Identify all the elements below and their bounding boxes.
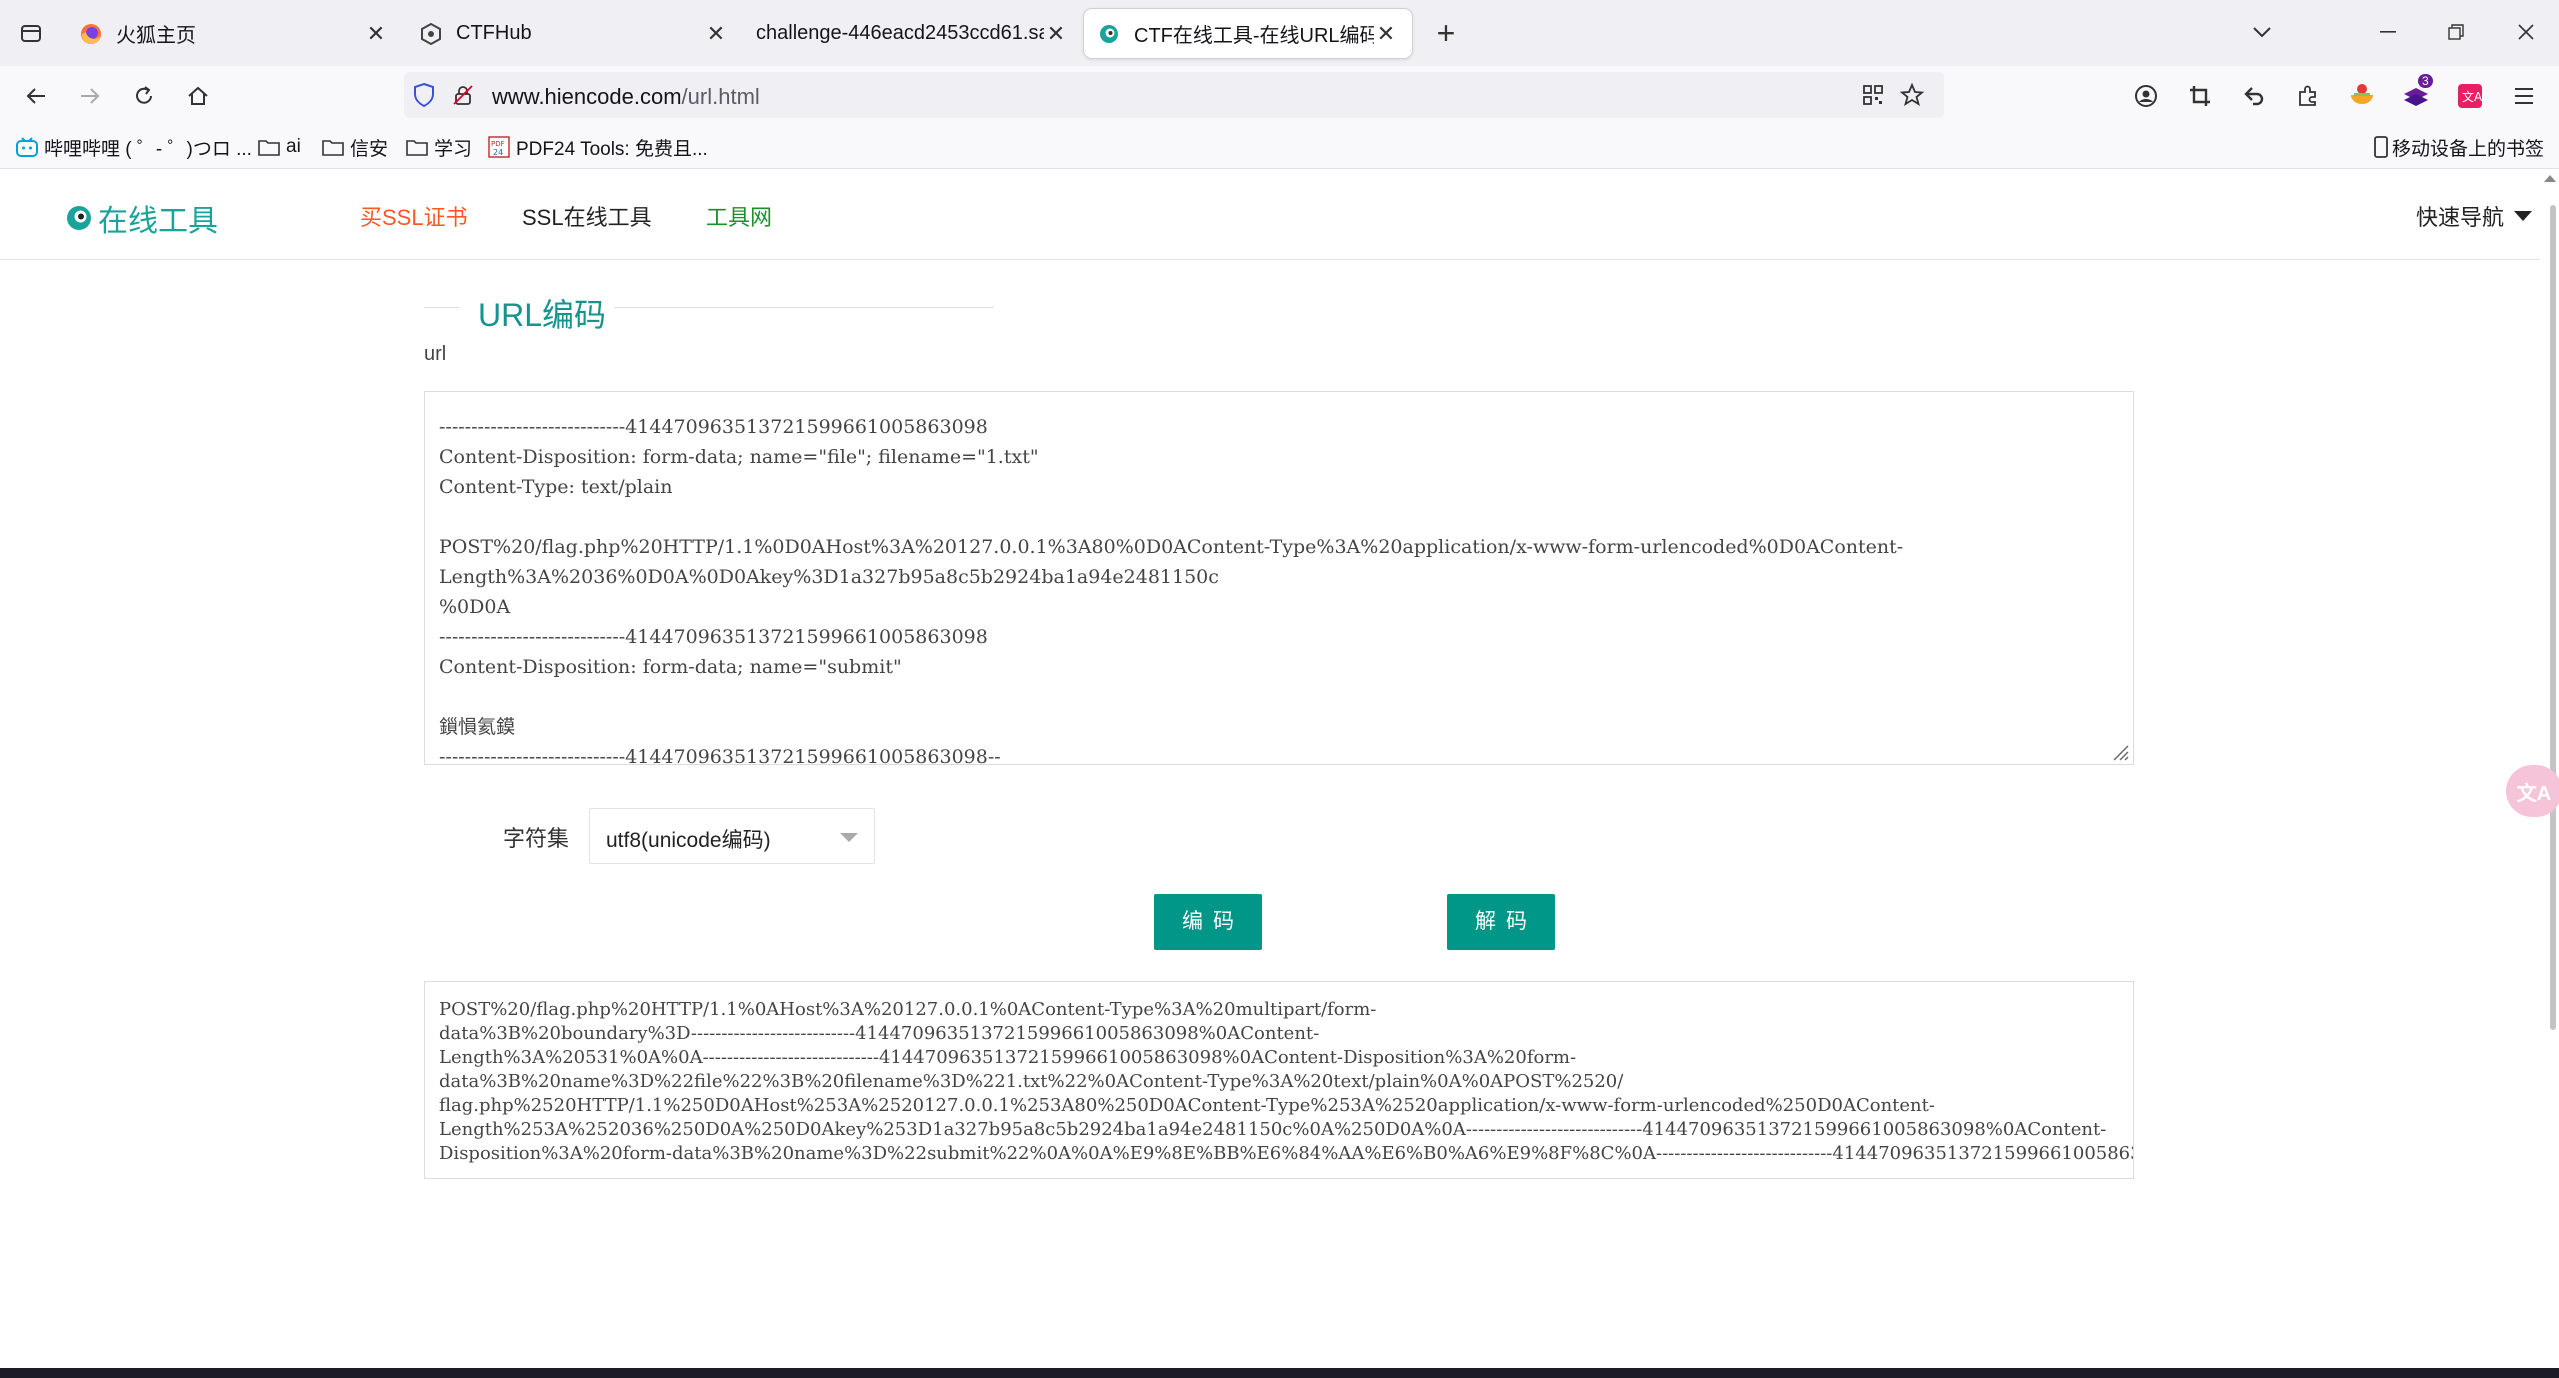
crop-screenshot-icon[interactable] <box>2184 80 2216 112</box>
reload-button[interactable] <box>126 78 162 114</box>
bookmark-pdf24[interactable]: PDF 24 PDF24 Tools: 免费且... <box>488 134 708 160</box>
new-tab-button[interactable]: + <box>1430 17 1462 50</box>
tab-close-icon[interactable]: ✕ <box>1374 21 1398 46</box>
navigation-bar: www.hiencode.com/url.html 3 文A <box>0 66 2559 126</box>
bookmarks-bar: 哔哩哔哩 ( ゜- ゜)つロ ... ai 信安 学习 PDF 24 PDF24 … <box>0 126 2559 169</box>
site-header: 在线工具 买SSL证书 SSL在线工具 工具网 快速导航 <box>0 169 2540 260</box>
bookmark-folder-xuexi[interactable]: 学习 <box>406 134 472 160</box>
charset-select[interactable]: utf8(unicode编码) <box>589 808 875 864</box>
quick-nav-dropdown[interactable]: 快速导航 <box>2416 200 2533 232</box>
mobile-bookmarks-label: 移动设备上的书签 <box>2392 138 2545 160</box>
bookmark-folder-ai[interactable]: ai <box>258 134 301 160</box>
os-taskbar <box>0 1368 2559 1378</box>
url-domain: www.hiencode.com <box>492 84 682 109</box>
caret-down-icon <box>2514 211 2533 221</box>
bookmark-label: ai <box>286 136 301 157</box>
tab-title: CTFHub <box>456 22 532 44</box>
page-title: URL编码 <box>470 290 615 336</box>
restore-button[interactable] <box>2436 14 2476 50</box>
extensions-puzzle-icon[interactable] <box>2292 80 2324 112</box>
url-field-label: url <box>424 343 447 365</box>
svg-text:24: 24 <box>493 148 503 157</box>
tab-title: 火狐主页 <box>116 25 196 47</box>
nav-ssl-tools[interactable]: SSL在线工具 <box>522 200 652 232</box>
floating-translate-icon[interactable]: 文A <box>2506 765 2559 817</box>
forward-arrow-icon <box>81 88 100 104</box>
tab-close-icon[interactable]: ✕ <box>364 21 388 46</box>
minimize-button[interactable] <box>2368 14 2408 50</box>
tab-close-icon[interactable]: ✕ <box>1044 21 1068 46</box>
scroll-up-arrow-icon[interactable] <box>2544 175 2556 182</box>
quick-nav-label: 快速导航 <box>2416 205 2505 230</box>
tab-firefox-home[interactable]: 火狐主页 ✕ <box>66 9 402 58</box>
tab-list-button[interactable] <box>14 16 48 50</box>
extension-badge: 3 <box>2418 74 2433 88</box>
mobile-bookmarks[interactable]: 移动设备上的书签 <box>2374 134 2544 160</box>
scrollbar-thumb[interactable] <box>2550 205 2556 1030</box>
folder-icon <box>258 136 280 158</box>
bilibili-icon <box>16 136 38 158</box>
extension-bowl-icon[interactable] <box>2346 80 2378 112</box>
insecure-lock-icon[interactable] <box>452 84 474 111</box>
url-input-textarea[interactable]: -----------------------------41447096351… <box>424 391 2134 765</box>
encode-button[interactable]: 编码 <box>1154 894 1262 950</box>
close-window-button[interactable] <box>2506 14 2546 50</box>
tab-strip: 火狐主页 ✕ CTFHub ✕ challenge-446eacd2453ccd… <box>0 0 2559 66</box>
charset-selected-value: utf8(unicode编码) <box>606 829 771 852</box>
tab-close-icon[interactable]: ✕ <box>704 21 728 46</box>
title-divider <box>608 307 994 308</box>
mobile-device-icon <box>2374 136 2388 158</box>
extension-stack-icon[interactable]: 3 <box>2400 74 2433 112</box>
url-text[interactable]: www.hiencode.com/url.html <box>492 84 760 110</box>
folder-icon <box>406 136 428 158</box>
bookmark-label: 信安 <box>350 138 389 160</box>
tab-list-icon <box>21 25 41 42</box>
firefox-icon <box>80 23 102 45</box>
hiencode-icon <box>1098 23 1120 45</box>
forward-button[interactable] <box>72 78 108 114</box>
account-icon[interactable] <box>2130 80 2162 112</box>
site-logo[interactable]: 在线工具 <box>66 196 218 240</box>
nav-buy-ssl[interactable]: 买SSL证书 <box>360 200 468 232</box>
address-bar[interactable]: www.hiencode.com/url.html <box>404 72 1944 118</box>
folder-icon <box>322 136 344 158</box>
decode-button[interactable]: 解码 <box>1447 894 1555 950</box>
menu-hamburger-icon[interactable] <box>2508 80 2540 112</box>
bookmark-bilibili[interactable]: 哔哩哔哩 ( ゜- ゜)つロ ... <box>16 134 252 160</box>
tab-hiencode[interactable]: CTF在线工具-在线URL编码|UR ✕ <box>1084 9 1412 58</box>
section-title: URL编码 <box>424 288 994 336</box>
back-button[interactable] <box>18 78 54 114</box>
pdf24-icon: PDF 24 <box>488 136 510 158</box>
tab-title: challenge-446eacd2453ccd61.sa <box>756 22 1044 44</box>
charset-label: 字符集 <box>503 826 570 851</box>
resize-grip-icon[interactable] <box>2110 742 2130 762</box>
svg-text:PDF: PDF <box>491 140 505 148</box>
select-caret-icon <box>840 833 858 842</box>
ctfhub-icon <box>420 22 442 45</box>
nav-tools-site[interactable]: 工具网 <box>706 200 772 232</box>
logo-text: 在线工具 <box>98 205 218 238</box>
bookmark-label: PDF24 Tools: 免费且... <box>516 138 708 160</box>
bookmark-label: 学习 <box>434 138 473 160</box>
title-divider <box>424 307 460 308</box>
reload-icon <box>136 86 152 104</box>
svg-text:文A: 文A <box>2462 89 2483 104</box>
url-path: /url.html <box>681 84 760 109</box>
qr-code-icon[interactable] <box>1862 84 1884 111</box>
tracking-protection-shield-icon[interactable] <box>412 82 436 113</box>
tab-title: CTF在线工具-在线URL编码|UR <box>1134 25 1374 47</box>
result-output[interactable]: POST%20/flag.php%20HTTP/1.1%0AHost%3A%20… <box>424 981 2134 1179</box>
back-arrow-icon <box>26 88 45 104</box>
bookmark-star-icon[interactable] <box>1899 82 1925 112</box>
logo-eye-icon <box>67 206 91 230</box>
translate-extension-icon[interactable]: 文A <box>2454 80 2486 112</box>
tab-challenge[interactable]: challenge-446eacd2453ccd61.sa ✕ <box>746 9 1082 58</box>
tab-ctfhub[interactable]: CTFHub ✕ <box>406 9 742 58</box>
bookmark-label: 哔哩哔哩 ( ゜- ゜)つロ ... <box>44 138 252 160</box>
bookmark-folder-xinan[interactable]: 信安 <box>322 134 388 160</box>
undo-arrow-icon[interactable] <box>2238 80 2270 112</box>
home-button[interactable] <box>180 78 216 114</box>
home-icon <box>188 86 208 105</box>
list-all-tabs-chevron-icon[interactable] <box>2242 14 2282 50</box>
